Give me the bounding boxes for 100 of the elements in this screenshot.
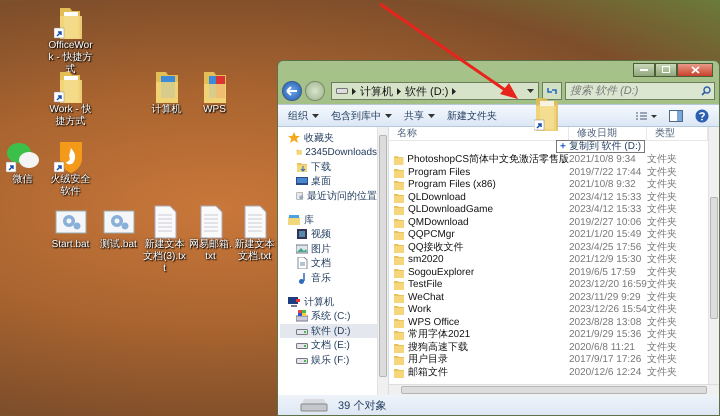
table-cell: 2017/9/17 17:26 (569, 354, 642, 366)
file-name[interactable]: QLDownload (408, 192, 466, 204)
refresh-button[interactable] (542, 82, 562, 100)
close-icon (690, 66, 700, 74)
sidebar-item[interactable]: 系统 (C:) (280, 309, 377, 324)
scrollbar[interactable] (389, 384, 719, 395)
maximize-icon (662, 66, 670, 74)
scrollbar[interactable] (708, 127, 719, 384)
file-name[interactable]: Work (408, 304, 432, 316)
table-cell: 2023/11/29 9:29 (569, 292, 641, 303)
table-cell: 文件夹 (647, 166, 677, 178)
chat-bubbles-icon (6, 140, 40, 174)
table-cell: 2020/6/8 11:21 (569, 342, 635, 353)
system-drive-icon (296, 310, 308, 322)
folder-icon (393, 279, 405, 292)
sidebar-group-header[interactable]: 计算机 (304, 295, 334, 309)
folder-icon (393, 254, 405, 266)
file-name[interactable]: 用户目录 (408, 354, 448, 366)
sidebar-item[interactable]: 文档 (280, 256, 377, 270)
file-name[interactable]: SogouExplorer (408, 266, 474, 279)
picture-icon (296, 242, 308, 255)
toolbar-button[interactable]: 包含到库中 (327, 106, 396, 124)
status-text: 39 个对象 (338, 398, 386, 412)
desktop-icon-label[interactable]: OfficeWork - 快捷方式 (48, 40, 93, 76)
scrollbar[interactable] (377, 127, 388, 395)
toolbar-button[interactable]: 组织 (284, 106, 323, 124)
table-cell: 文件夹 (647, 154, 677, 166)
folder-icon (393, 342, 405, 354)
address-bar[interactable]: 计算机 软件 (D:) (331, 82, 539, 100)
sidebar-item[interactable]: 视频 (280, 227, 377, 242)
folder-icon (393, 216, 405, 229)
sidebar-item[interactable]: 音乐 (280, 270, 377, 285)
file-name[interactable]: QQPCMgr (408, 229, 455, 242)
folder-icon (393, 179, 405, 192)
sidebar-item[interactable]: 图片 (280, 242, 377, 256)
drive-icon (336, 87, 348, 95)
table-cell: 文件夹 (647, 254, 677, 266)
folder-icon (393, 292, 405, 304)
sidebar-item[interactable]: 下载 (280, 160, 377, 174)
search-field[interactable]: 搜索 软件 (D:) (565, 82, 715, 100)
file-name[interactable]: Program Files (408, 166, 470, 179)
desktop-icon-label[interactable]: 微信 (0, 174, 45, 186)
list-view-icon (635, 110, 657, 120)
document-icon (296, 257, 308, 270)
file-name[interactable]: 邮箱文件 (408, 366, 448, 379)
file-name[interactable]: PhotoshopCS简体中文免激活零售版 (407, 154, 569, 166)
help-icon (695, 108, 709, 122)
desktop-icon-label[interactable]: 新建文本文档.txt (232, 239, 277, 263)
dropdown-arrow-icon (527, 89, 534, 93)
search-icon (701, 86, 711, 96)
toolbar-button[interactable]: 新建文件夹 (443, 106, 501, 124)
table-cell: 2023/4/12 15:33 (569, 204, 642, 216)
table-cell: 2019/2/27 10:06 (569, 216, 642, 228)
folder-icon (393, 166, 405, 179)
file-name[interactable]: WeChat (408, 292, 444, 304)
maximize-button[interactable] (655, 63, 677, 77)
breadcrumb-item[interactable]: 软件 (D:) (405, 84, 448, 98)
desktop-icon-label[interactable]: 计算机 (144, 104, 189, 116)
back-button[interactable] (282, 81, 302, 101)
file-name[interactable]: 常用字体2021 (408, 329, 470, 342)
file-name[interactable]: sm2020 (408, 254, 444, 266)
music-note-icon (296, 272, 308, 284)
folder-icon (393, 242, 405, 254)
sidebar-item[interactable]: 2345Downloads (280, 145, 377, 160)
table-cell: 文件夹 (647, 354, 677, 366)
desktop-icon-label[interactable]: 网易邮箱.txt (188, 239, 233, 263)
folder-icon (393, 316, 405, 329)
file-name[interactable]: QLDownloadGame (408, 204, 494, 216)
sidebar-item[interactable]: 娱乐 (F:) (280, 352, 377, 367)
table-cell: 2023/4/12 15:33 (569, 192, 642, 203)
desktop-icon-label[interactable]: WPS (192, 104, 237, 116)
folder-icon (393, 354, 405, 366)
minimize-button[interactable] (633, 63, 655, 77)
sidebar-item[interactable]: 桌面 (280, 174, 377, 188)
table-cell: 文件夹 (647, 342, 677, 353)
desktop-icon-label[interactable]: Start.bat (48, 239, 93, 251)
sidebar-item[interactable]: 最近访问的位置 (280, 188, 377, 203)
desktop-icon-label[interactable]: 火绒安全软件 (48, 174, 93, 198)
sidebar-item[interactable]: 文档 (E:) (280, 338, 377, 352)
desktop-icon-label[interactable]: 新建文本文档(3).txt (142, 239, 187, 275)
desktop-icon-label[interactable]: Work - 快捷方式 (48, 104, 93, 128)
sidebar-group-header[interactable]: 收藏夹 (304, 131, 334, 145)
table-cell: 文件夹 (647, 179, 677, 190)
download-folder-icon (296, 160, 308, 173)
file-name[interactable]: WPS Office (408, 316, 460, 329)
sidebar-group-header[interactable]: 库 (304, 213, 314, 227)
toolbar-button[interactable]: 共享 (400, 106, 439, 124)
close-button[interactable] (677, 63, 713, 77)
file-name[interactable]: QQ接收文件 (408, 242, 464, 254)
file-name[interactable]: QMDownload (408, 216, 469, 229)
table-cell: 文件夹 (647, 204, 677, 216)
table-cell: 文件夹 (647, 292, 677, 303)
film-icon (296, 228, 308, 240)
sidebar-item[interactable]: 软件 (D:) (280, 324, 377, 338)
table-cell: 2021/9/29 15:36 (569, 329, 642, 340)
desktop-icon-label[interactable]: 测试.bat (96, 239, 141, 251)
breadcrumb-item[interactable]: 计算机 (360, 84, 393, 98)
file-name[interactable]: Program Files (x86) (408, 179, 496, 192)
file-name[interactable]: TestFile (408, 279, 442, 292)
file-name[interactable]: 搜狗高速下载 (408, 342, 468, 354)
